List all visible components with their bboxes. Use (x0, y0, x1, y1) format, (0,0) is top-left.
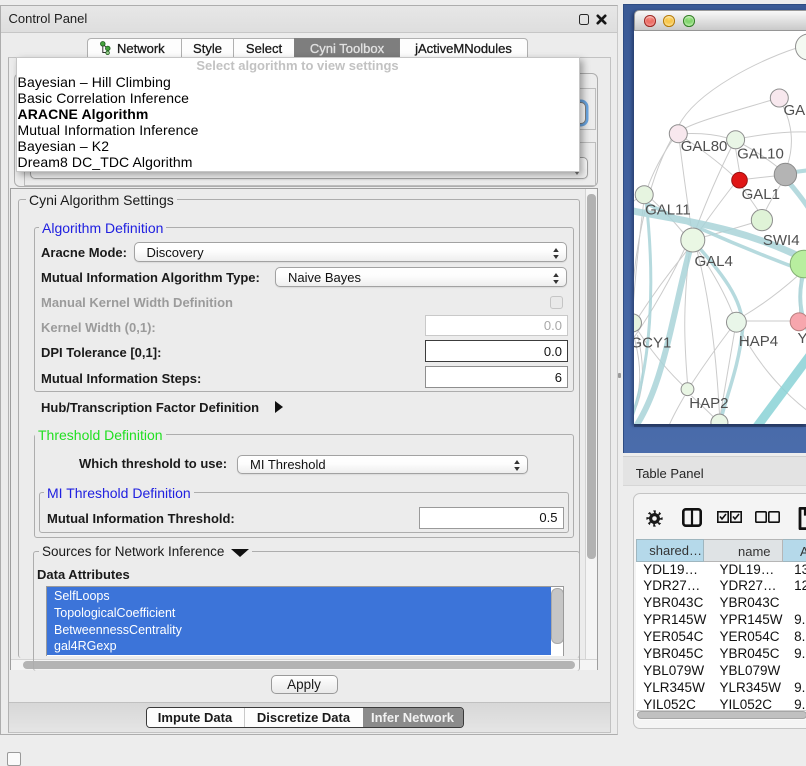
svg-text:HAP4: HAP4 (738, 333, 777, 350)
svg-text:GAL1: GAL1 (741, 186, 779, 203)
svg-text:GAL4: GAL4 (694, 253, 732, 270)
svg-text:GAL80: GAL80 (680, 138, 727, 155)
svg-text:Y: Y (797, 330, 806, 347)
svg-text:GCY1: GCY1 (634, 335, 671, 352)
svg-text:GAL: GAL (783, 102, 806, 119)
svg-text:GAL11: GAL11 (645, 201, 691, 218)
svg-text:SWI4: SWI4 (762, 232, 799, 249)
svg-text:GAL10: GAL10 (737, 146, 784, 163)
svg-text:HAP2: HAP2 (689, 395, 728, 412)
